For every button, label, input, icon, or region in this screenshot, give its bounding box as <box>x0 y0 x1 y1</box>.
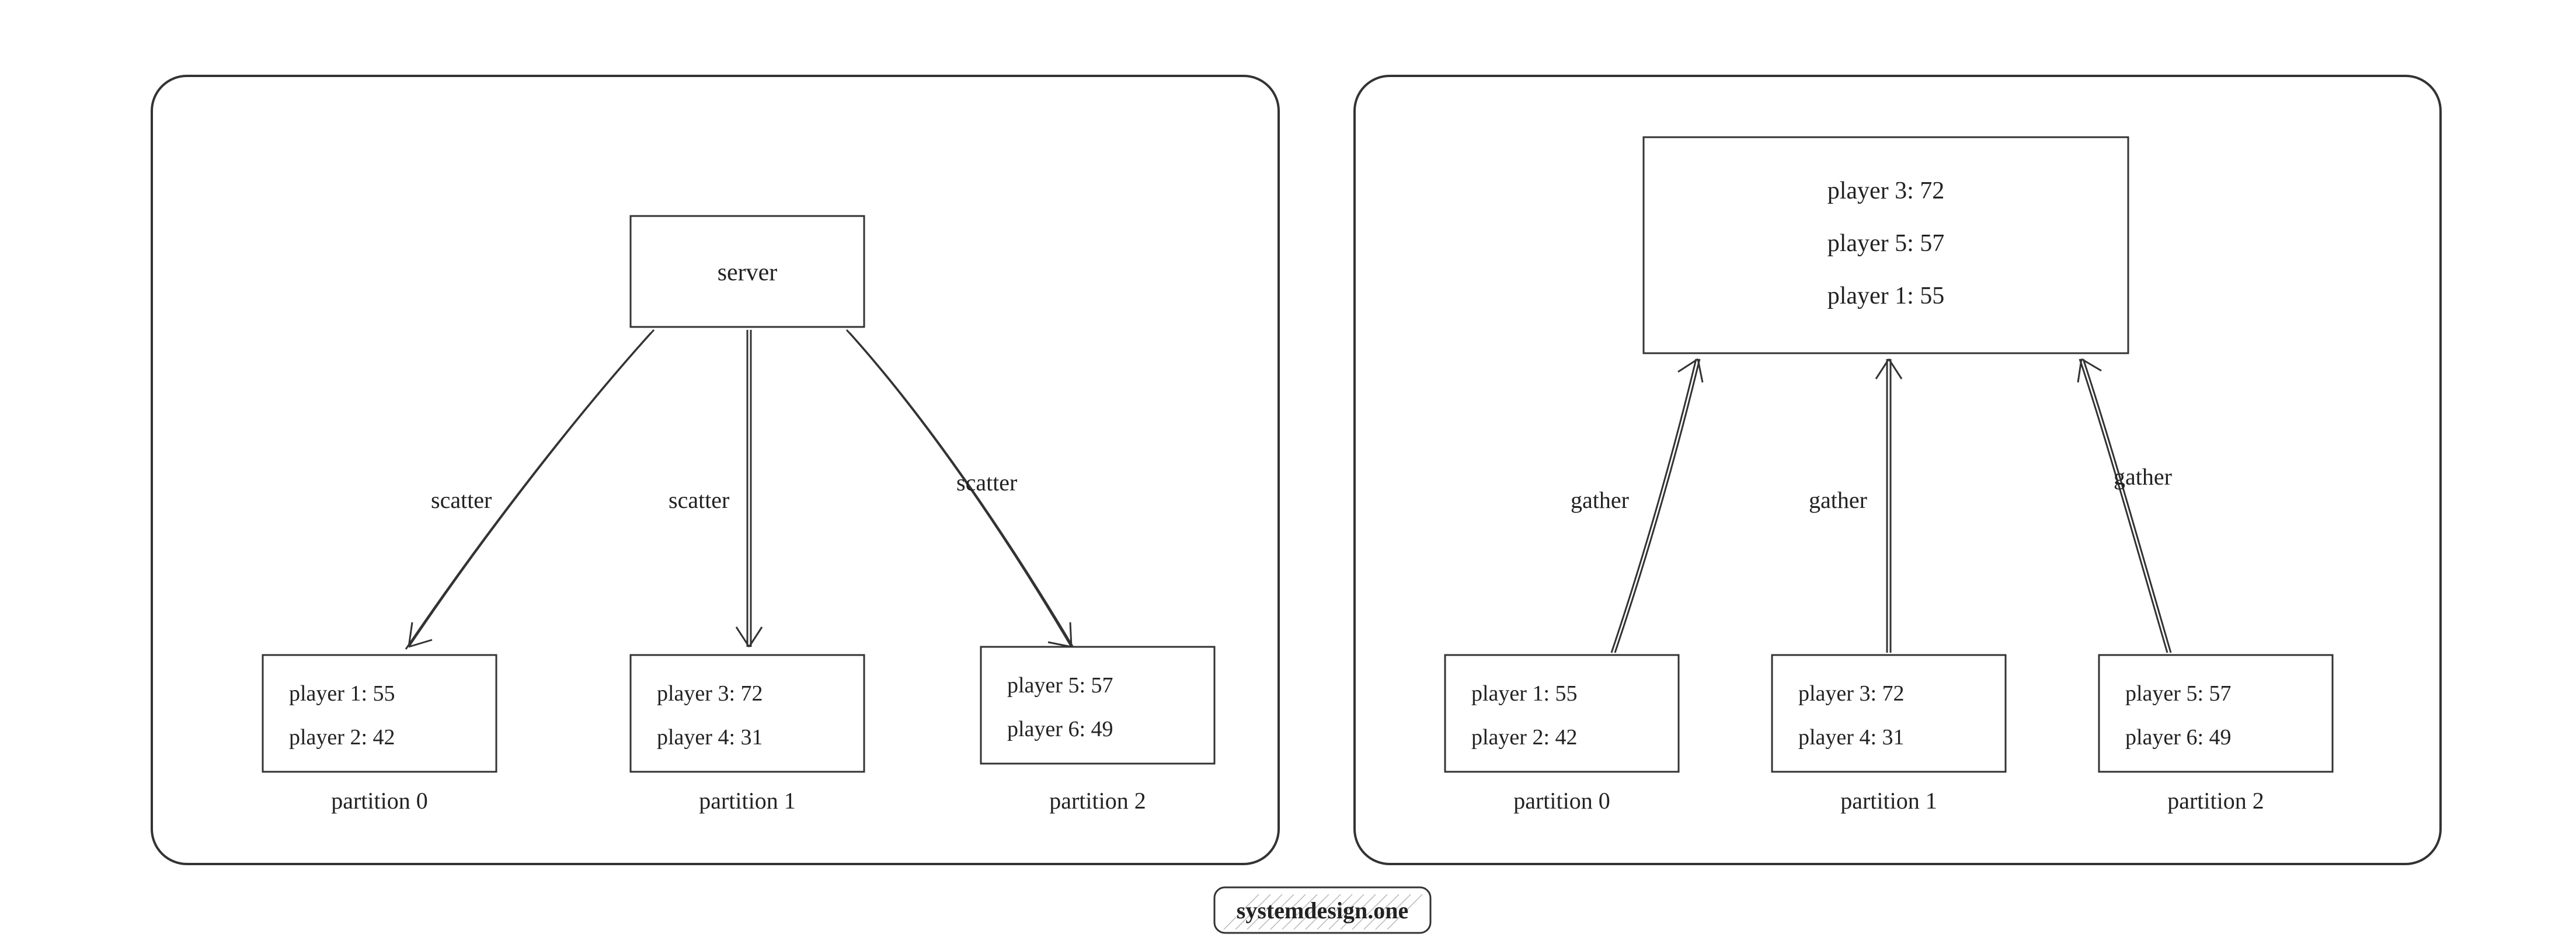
watermark-badge: systemdesign.one <box>1214 887 1430 933</box>
partition-data-line: player 5: 57 <box>2125 681 2232 706</box>
partition-data-line: player 1: 55 <box>1471 681 1578 706</box>
edge-label: gather <box>1571 487 1629 513</box>
partition-caption: partition 2 <box>2167 788 2264 814</box>
partition-caption: partition 1 <box>1840 788 1937 814</box>
result-line: player 5: 57 <box>1827 230 1945 257</box>
watermark-text: systemdesign.one <box>1237 897 1408 924</box>
partition-caption: partition 0 <box>1513 788 1610 814</box>
edge-label: scatter <box>669 487 729 513</box>
server-box: server <box>631 216 864 327</box>
edge-label: gather <box>2114 464 2172 490</box>
gather-panel: player 3: 72 player 5: 57 player 1: 55 g… <box>1355 76 2441 864</box>
partition-data-line: player 6: 49 <box>2125 725 2232 750</box>
server-label: server <box>718 259 778 286</box>
partition-caption: partition 1 <box>699 788 796 814</box>
result-line: player 1: 55 <box>1827 283 1945 309</box>
partition-data-line: player 4: 31 <box>657 725 763 750</box>
partition-data-line: player 3: 72 <box>657 681 763 706</box>
partition-data-line: player 3: 72 <box>1798 681 1905 706</box>
result-box: player 3: 72 player 5: 57 player 1: 55 <box>1644 137 2128 353</box>
edge-label: scatter <box>431 487 492 513</box>
partition-caption: partition 2 <box>1049 788 1146 814</box>
partition-data-line: player 4: 31 <box>1798 725 1905 750</box>
partition-data-line: player 1: 55 <box>289 681 395 706</box>
partition-caption: partition 0 <box>331 788 428 814</box>
edge-label: gather <box>1809 487 1867 513</box>
edge-label: scatter <box>956 469 1017 496</box>
result-line: player 3: 72 <box>1827 177 1945 204</box>
partition-data-line: player 5: 57 <box>1007 673 1113 698</box>
partition-data-line: player 2: 42 <box>1471 725 1578 750</box>
scatter-panel: server scatter scatter scatter player 1 <box>152 76 1279 864</box>
partition-data-line: player 2: 42 <box>289 725 395 750</box>
partition-data-line: player 6: 49 <box>1007 717 1113 741</box>
